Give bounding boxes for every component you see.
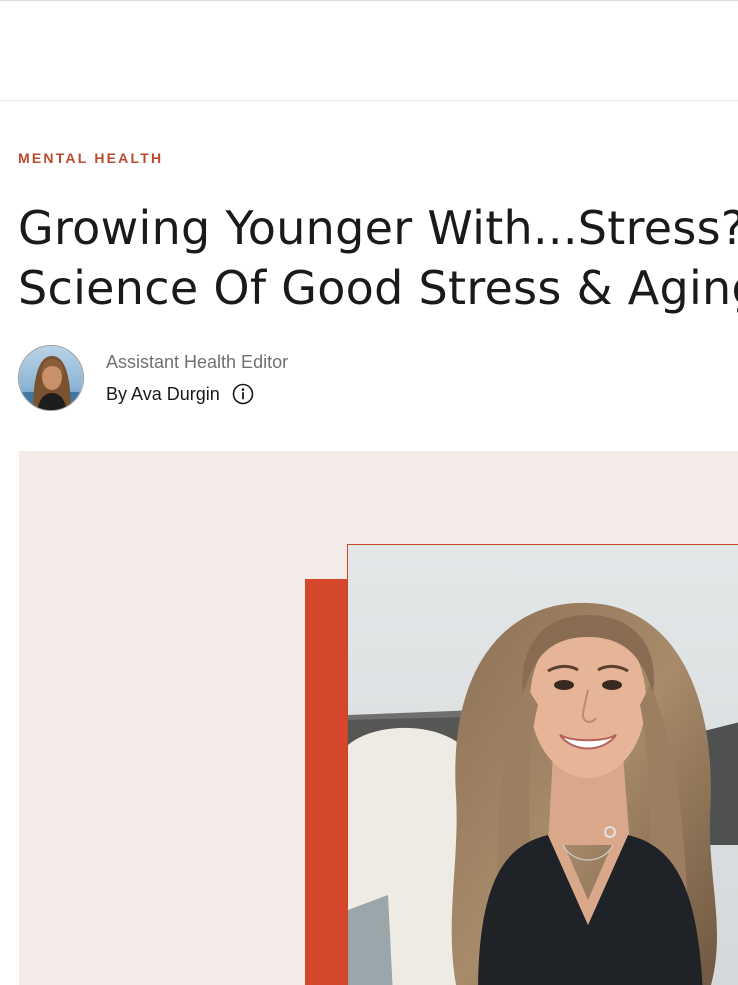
- article-title-line-2: Science Of Good Stress & Aging: [18, 261, 738, 315]
- article-title: Growing Younger With...Stress? Science O…: [18, 198, 738, 318]
- author-byline: By Ava Durgin: [106, 383, 254, 405]
- info-icon[interactable]: [232, 383, 254, 405]
- article-page: MENTAL HEALTH Growing Younger With...Str…: [0, 0, 738, 985]
- author-role: Assistant Health Editor: [106, 352, 289, 372]
- hero-portrait-photo: [347, 544, 738, 985]
- author-avatar[interactable]: [18, 345, 84, 411]
- site-header: [0, 1, 738, 101]
- category-link[interactable]: MENTAL HEALTH: [18, 150, 163, 166]
- author-avatar-image: [19, 346, 83, 410]
- author-name-link[interactable]: By Ava Durgin: [106, 384, 220, 405]
- hero-image: [19, 451, 738, 985]
- article-title-line-1: Growing Younger With...Stress?: [18, 201, 738, 255]
